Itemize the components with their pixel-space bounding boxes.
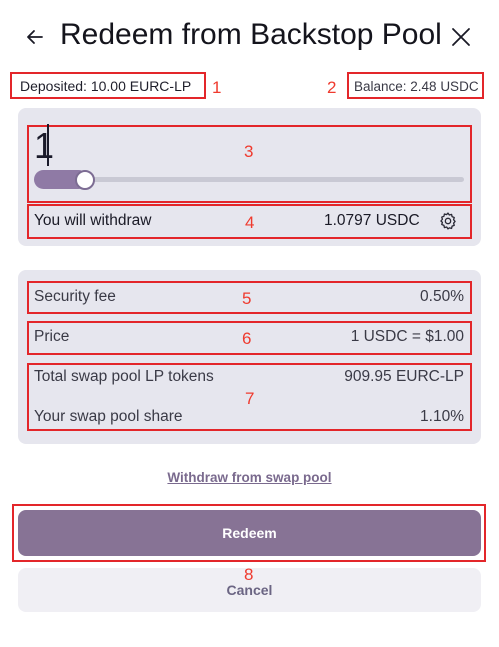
security-fee-value: 0.50% — [420, 288, 464, 305]
amount-input[interactable]: 1 — [34, 125, 54, 167]
withdraw-from-swap-pool-link[interactable]: Withdraw from swap pool — [0, 470, 499, 485]
pool-share-value: 1.10% — [420, 408, 464, 425]
page-title: Redeem from Backstop Pool — [60, 18, 442, 51]
withdraw-value: 1.0797 USDC — [324, 212, 420, 229]
annotation-4: 4 — [245, 213, 255, 232]
total-lp-label: Total swap pool LP tokens — [34, 368, 214, 385]
annotation-3: 3 — [244, 142, 254, 161]
annotation-8: 8 — [244, 565, 254, 584]
annotation-7: 7 — [245, 389, 255, 408]
close-icon[interactable] — [448, 24, 474, 50]
total-lp-value: 909.95 EURC-LP — [344, 368, 464, 385]
deposited-amount: Deposited: 10.00 EURC-LP — [10, 72, 206, 99]
wallet-balance: Balance: 2.48 USDC — [347, 72, 484, 99]
amount-slider-thumb[interactable] — [75, 170, 95, 190]
pool-share-label: Your swap pool share — [34, 408, 183, 425]
annotation-5: 5 — [242, 289, 252, 308]
amount-slider-track[interactable] — [34, 177, 464, 182]
back-arrow-icon[interactable] — [22, 24, 48, 50]
annotation-1: 1 — [212, 78, 222, 97]
gear-icon[interactable] — [438, 211, 458, 231]
redeem-button[interactable]: Redeem — [18, 510, 481, 556]
annotation-2: 2 — [327, 78, 337, 97]
annotation-6: 6 — [242, 329, 252, 348]
price-label: Price — [34, 328, 70, 345]
balance-text: Balance: 2.48 USDC — [354, 79, 479, 94]
deposited-text: Deposited: 10.00 EURC-LP — [20, 78, 192, 94]
security-fee-label: Security fee — [34, 288, 116, 305]
price-value: 1 USDC = $1.00 — [350, 328, 464, 345]
withdraw-label: You will withdraw — [34, 212, 152, 229]
amount-input-area[interactable] — [27, 125, 472, 203]
text-caret — [47, 124, 49, 166]
